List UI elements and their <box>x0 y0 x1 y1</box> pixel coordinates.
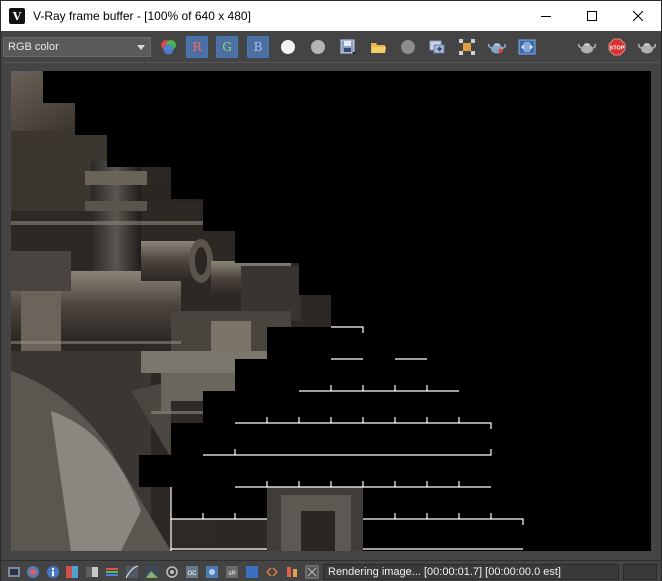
close-button[interactable] <box>615 1 661 31</box>
open-image-icon <box>371 43 386 53</box>
lens-effects-button[interactable] <box>516 36 538 58</box>
g-channel-label: G <box>222 40 232 54</box>
chevron-down-icon <box>137 45 145 50</box>
channel-dropdown[interactable]: RGB color <box>3 37 151 57</box>
save-image-icon <box>340 39 356 55</box>
svg-text:OC: OC <box>188 571 198 577</box>
region-render-icon <box>459 39 475 55</box>
status-bar: OC sR Rendering image... [00:00:01.7] [0… <box>1 560 661 581</box>
gray-dot-icon <box>311 40 325 54</box>
levels-icon[interactable] <box>65 565 79 579</box>
background-image-icon[interactable] <box>145 565 159 579</box>
b-channel-button[interactable]: B <box>247 36 269 58</box>
vray-app-icon[interactable]: V <box>9 8 25 24</box>
vray-frame-buffer-window: V V-Ray frame buffer - [100% of 640 x 48… <box>0 0 662 581</box>
r-channel-button[interactable]: R <box>186 36 208 58</box>
b-channel-label: B <box>253 40 263 54</box>
render-progress-bar <box>623 564 657 580</box>
svg-text:sR: sR <box>228 571 236 577</box>
view-clamped-icon[interactable] <box>265 565 279 579</box>
view-white-button[interactable] <box>277 36 299 58</box>
display-correction-icon[interactable]: sR <box>225 565 239 579</box>
force-color-clamping-icon[interactable] <box>245 565 259 579</box>
lens-effects-icon <box>518 39 536 55</box>
image-viewport[interactable] <box>3 62 659 558</box>
pixel-aspect-icon[interactable] <box>305 565 319 579</box>
lut-icon[interactable] <box>165 565 179 579</box>
stop-render-button[interactable]: STOP <box>606 36 628 58</box>
channel-dropdown-value: RGB color <box>8 41 59 53</box>
color-channels-icon <box>161 40 176 55</box>
test-resolution-icon[interactable] <box>285 565 299 579</box>
region-render-button[interactable] <box>456 36 478 58</box>
view-mono-button[interactable] <box>307 36 329 58</box>
history-icon[interactable] <box>7 565 21 579</box>
g-channel-button[interactable]: G <box>216 36 238 58</box>
maximize-button[interactable] <box>569 1 615 31</box>
open-image-button[interactable] <box>367 36 389 58</box>
close-icon <box>633 11 643 21</box>
info-icon[interactable] <box>46 565 60 579</box>
title-bar[interactable]: V V-Ray frame buffer - [100% of 640 x 48… <box>1 1 661 31</box>
track-mouse-button[interactable] <box>486 36 508 58</box>
render-button[interactable] <box>576 36 598 58</box>
teapot-render-icon <box>578 43 596 54</box>
duplicate-icon <box>429 40 445 54</box>
r-channel-label: R <box>192 40 202 54</box>
render-last-button[interactable] <box>636 36 658 58</box>
toolbar: RGB color R G B STOP <box>1 32 661 62</box>
minimize-icon <box>541 16 551 17</box>
rendered-image[interactable] <box>11 71 651 551</box>
rendered-buckets <box>11 71 363 551</box>
curves-icon[interactable] <box>125 565 139 579</box>
duplicate-button[interactable] <box>426 36 448 58</box>
render-canvas <box>11 71 524 551</box>
white-dot-icon <box>281 40 295 54</box>
icc-icon[interactable] <box>205 565 219 579</box>
teapot-last-icon <box>638 43 656 54</box>
svg-text:STOP: STOP <box>610 46 625 52</box>
clear-image-button[interactable] <box>397 36 419 58</box>
color-channels-button[interactable] <box>157 36 179 58</box>
save-image-button[interactable] <box>337 36 359 58</box>
clear-image-icon <box>401 40 415 54</box>
hsl-icon[interactable] <box>105 565 119 579</box>
teapot-icon <box>488 43 506 54</box>
render-status-text: Rendering image... [00:00:01.7] [00:00:0… <box>323 564 619 580</box>
minimize-button[interactable] <box>523 1 569 31</box>
stop-render-icon: STOP <box>608 38 626 56</box>
window-title: V-Ray frame buffer - [100% of 640 x 480] <box>33 9 251 23</box>
exposure-icon[interactable] <box>85 565 99 579</box>
ocio-icon[interactable]: OC <box>185 565 199 579</box>
maximize-icon <box>587 11 597 21</box>
color-corrections-icon[interactable] <box>26 565 40 579</box>
window-controls <box>523 1 661 31</box>
